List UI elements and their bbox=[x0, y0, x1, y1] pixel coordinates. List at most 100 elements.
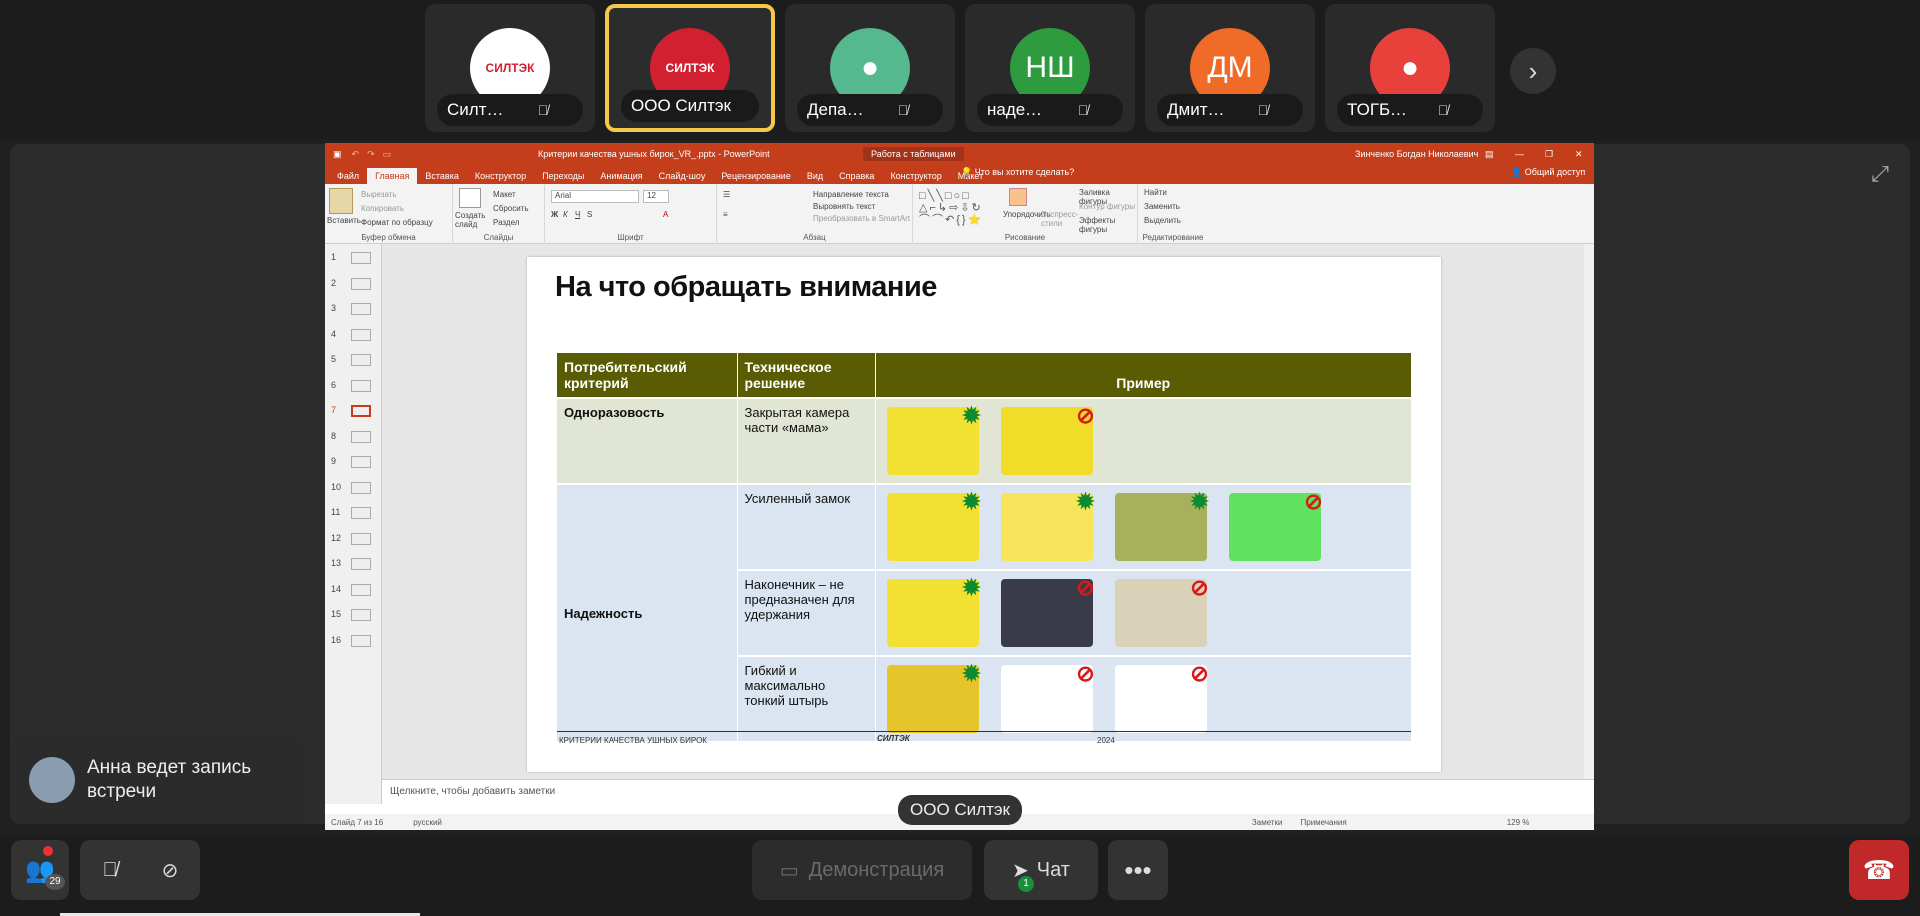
text-direction-button[interactable]: Направление текста bbox=[813, 190, 889, 199]
camera-off-icon[interactable]: ⊘ bbox=[140, 858, 200, 883]
ribbon-tab[interactable]: Слайд-шоу bbox=[651, 168, 714, 184]
slide-thumbnail[interactable]: 12 bbox=[329, 531, 377, 551]
format-painter-button[interactable]: Формат по образцу bbox=[361, 218, 433, 227]
example-image[interactable]: ⊘ bbox=[1228, 489, 1323, 561]
vertical-scrollbar[interactable] bbox=[1584, 244, 1594, 779]
select-button[interactable]: Выделить bbox=[1144, 216, 1181, 225]
cell-example[interactable]: ✹ ✹ ✹ ⊘ bbox=[875, 483, 1411, 570]
slide-thumbnail[interactable]: 3 bbox=[329, 301, 377, 321]
new-slide-button[interactable]: Создать слайд bbox=[455, 211, 489, 229]
expand-icon[interactable]: ⤢ bbox=[1860, 154, 1900, 194]
cut-button[interactable]: Вырезать bbox=[361, 190, 397, 199]
ribbon-tab[interactable]: Анимация bbox=[592, 168, 650, 184]
slide-thumbnail[interactable]: 4 bbox=[329, 327, 377, 347]
criteria-table[interactable]: Потребительский критерий Техническое реш… bbox=[557, 353, 1411, 741]
example-image[interactable]: ⊘ bbox=[1000, 661, 1095, 733]
participant-tile[interactable]: ДМДмитрий М.🎙̸ bbox=[1145, 4, 1315, 132]
demo-button[interactable]: ▭ Демонстрация bbox=[752, 840, 972, 900]
minimize-icon[interactable]: — bbox=[1515, 149, 1524, 159]
participant-tile[interactable]: НШнадежда ш.🎙̸ bbox=[965, 4, 1135, 132]
language-status[interactable]: русский bbox=[413, 818, 442, 827]
bullets-icon[interactable]: ☰ bbox=[723, 190, 730, 199]
more-button[interactable]: ••• bbox=[1108, 840, 1168, 900]
example-image[interactable]: ✹ bbox=[886, 489, 981, 561]
cell-criterion[interactable]: Одноразовость bbox=[557, 397, 738, 484]
example-image[interactable]: ⊘ bbox=[1114, 661, 1209, 733]
cell-solution[interactable]: Закрытая камера части «мама» bbox=[737, 397, 876, 484]
strikethrough-icon[interactable]: S bbox=[587, 210, 592, 219]
copy-button[interactable]: Копировать bbox=[361, 204, 404, 213]
ribbon-tab[interactable]: Вид bbox=[799, 168, 831, 184]
close-icon[interactable]: ✕ bbox=[1575, 149, 1583, 160]
participant-tile[interactable]: ● Департам... 🎙̸ bbox=[785, 4, 955, 132]
example-image[interactable]: ✹ bbox=[1000, 489, 1095, 561]
arrange-icon[interactable] bbox=[1009, 188, 1027, 206]
share-button[interactable]: 👤 Общий доступ bbox=[1511, 167, 1585, 178]
tell-me-box[interactable]: 💡 Что вы хотите сделать? bbox=[961, 167, 1074, 178]
comments-toggle[interactable]: Примечания bbox=[1301, 818, 1347, 827]
slide-thumbnail[interactable]: 1 bbox=[329, 250, 377, 270]
slide-thumbnail[interactable]: 16 bbox=[329, 633, 377, 653]
slide-thumbnail[interactable]: 10 bbox=[329, 480, 377, 500]
font-color-icon[interactable]: A bbox=[663, 210, 668, 219]
save-icon[interactable]: ▣ bbox=[333, 149, 342, 160]
restore-icon[interactable]: ❐ bbox=[1545, 149, 1553, 160]
font-name-select[interactable]: Arial bbox=[551, 190, 639, 203]
slide-title[interactable]: На что обращать внимание bbox=[555, 271, 937, 304]
paste-icon[interactable] bbox=[329, 188, 353, 214]
notes-toggle[interactable]: Заметки bbox=[1252, 818, 1283, 827]
cell-example[interactable]: ✹ ⊘ ⊘ bbox=[875, 655, 1411, 741]
slide-thumbnail[interactable]: 11 bbox=[329, 505, 377, 525]
example-image[interactable]: ✹ bbox=[886, 575, 981, 647]
shapes-gallery[interactable]: □╲╲□○□ △⌐↳⇨⇩↻ ⌒⌒↶{}⭐ bbox=[919, 190, 999, 226]
ribbon-display-icon[interactable]: ▤ bbox=[1485, 149, 1494, 160]
ribbon-tab[interactable]: Вставка bbox=[417, 168, 466, 184]
bold-icon[interactable]: Ж bbox=[551, 210, 558, 219]
slide-thumbnail[interactable]: 5 bbox=[329, 352, 377, 372]
font-size-select[interactable]: 12 bbox=[643, 190, 669, 203]
redo-icon[interactable]: ↷ bbox=[367, 149, 375, 160]
cell-example[interactable]: ✹ ⊘ ⊘ bbox=[875, 569, 1411, 656]
find-button[interactable]: Найти bbox=[1144, 188, 1167, 197]
zoom-level[interactable]: 129 % bbox=[1507, 818, 1530, 827]
ribbon-tab[interactable]: Конструктор bbox=[882, 168, 949, 184]
reset-button[interactable]: Сбросить bbox=[493, 204, 529, 213]
participants-button[interactable]: 👥 29 bbox=[11, 840, 69, 900]
example-image[interactable]: ✹ bbox=[886, 661, 981, 733]
example-image[interactable]: ⊘ bbox=[1000, 403, 1095, 475]
end-call-button[interactable]: ☎ bbox=[1849, 840, 1909, 900]
new-slide-icon[interactable] bbox=[459, 188, 481, 208]
example-image[interactable]: ✹ bbox=[886, 403, 981, 475]
example-image[interactable]: ✹ bbox=[1114, 489, 1209, 561]
slide-thumbnail[interactable]: 13 bbox=[329, 556, 377, 576]
ribbon-tab[interactable]: Переходы bbox=[534, 168, 592, 184]
slide-thumbnail[interactable]: 2 bbox=[329, 276, 377, 296]
example-image[interactable]: ⊘ bbox=[1000, 575, 1095, 647]
ribbon-tab[interactable]: Главная bbox=[367, 168, 418, 184]
participant-tile[interactable]: СИЛТЭК ООО Силтэк bbox=[605, 4, 775, 132]
align-text-button[interactable]: Выровнять текст bbox=[813, 202, 875, 211]
next-participants-button[interactable]: › bbox=[1510, 48, 1556, 94]
cell-solution[interactable]: Гибкий и максимально тонкий штырь bbox=[737, 655, 876, 741]
undo-icon[interactable]: ↶ bbox=[352, 149, 360, 160]
cell-criterion[interactable]: Надежность bbox=[557, 483, 738, 741]
cell-example[interactable]: ✹ ⊘ bbox=[875, 397, 1411, 484]
italic-icon[interactable]: К bbox=[563, 210, 568, 219]
mic-off-icon[interactable]: 🎙̸ bbox=[80, 859, 140, 882]
participant-tile[interactable]: ● ТОГБУ Бо... 🎙̸ bbox=[1325, 4, 1495, 132]
ribbon-tab[interactable]: Файл bbox=[329, 168, 367, 184]
quick-styles-button[interactable]: Экспресс-стили bbox=[1041, 210, 1078, 228]
replace-button[interactable]: Заменить bbox=[1144, 202, 1180, 211]
start-slideshow-icon[interactable]: ▭ bbox=[383, 149, 392, 160]
slide-thumbnail[interactable]: 9 bbox=[329, 454, 377, 474]
layout-button[interactable]: Макет bbox=[493, 190, 516, 199]
ribbon-tab[interactable]: Рецензирование bbox=[713, 168, 799, 184]
slide-thumbnail[interactable]: 7 bbox=[329, 403, 377, 423]
shape-effects-button[interactable]: Эффекты фигуры bbox=[1079, 216, 1137, 234]
shape-outline-button[interactable]: Контур фигуры bbox=[1079, 202, 1135, 211]
paste-button[interactable]: Вставить bbox=[327, 216, 361, 225]
align-left-icon[interactable]: ≡ bbox=[723, 210, 728, 219]
slide-thumbnail[interactable]: 6 bbox=[329, 378, 377, 398]
chat-button[interactable]: ➤ Чат 1 bbox=[984, 840, 1098, 900]
participant-tile[interactable]: СИЛТЭКСилтэк Ко...🎙̸ bbox=[425, 4, 595, 132]
